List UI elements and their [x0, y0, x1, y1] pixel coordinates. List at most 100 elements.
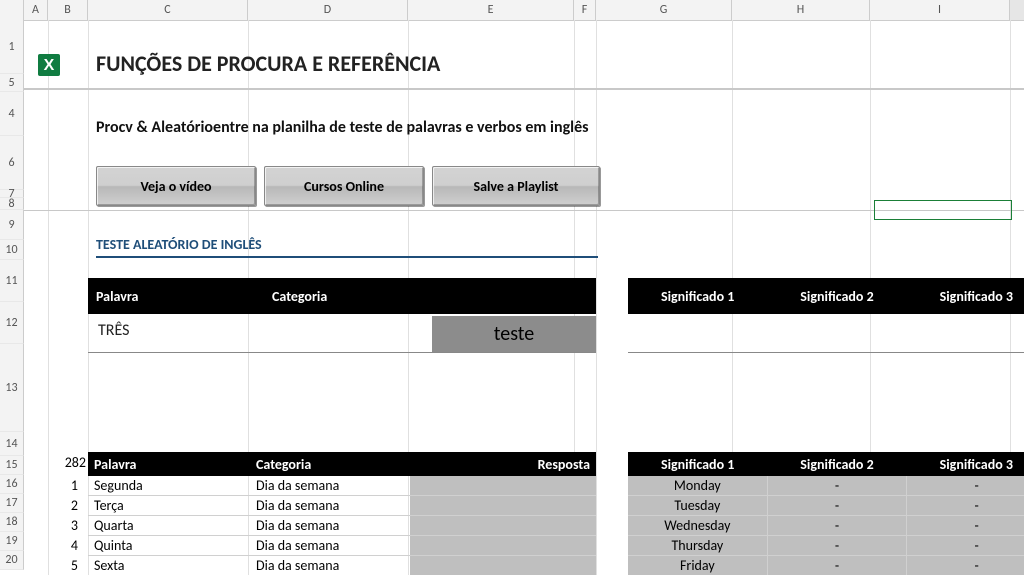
- playlist-button[interactable]: Salve a Playlist: [432, 166, 600, 206]
- col-header-I[interactable]: I: [870, 0, 1010, 20]
- table-row[interactable]: Tuesday--: [628, 496, 1024, 516]
- table-row[interactable]: Thursday--: [628, 536, 1024, 556]
- divider: [88, 352, 596, 353]
- col-header-D[interactable]: D: [248, 0, 408, 20]
- col-header-E[interactable]: E: [408, 0, 574, 20]
- spreadsheet-view: ABCDEFGHI 15467891011121314151617181920 …: [0, 0, 1024, 575]
- cell-s2[interactable]: -: [768, 536, 908, 555]
- test-header-left: Palavra Categoria: [88, 278, 596, 314]
- cell-resposta[interactable]: [410, 496, 596, 515]
- cell-s3[interactable]: -: [907, 496, 1024, 515]
- row-number: 5: [60, 557, 84, 574]
- row-header-11[interactable]: 11: [0, 260, 24, 302]
- row-header-14[interactable]: 14: [0, 432, 24, 456]
- row-header-1[interactable]: 1: [0, 20, 24, 74]
- cell-s1[interactable]: Tuesday: [628, 496, 768, 515]
- col-header-B[interactable]: B: [48, 0, 88, 20]
- cell-categoria[interactable]: Dia da semana: [250, 477, 410, 494]
- row-header-5[interactable]: 5: [0, 74, 24, 92]
- row-headers[interactable]: 15467891011121314151617181920: [0, 20, 24, 570]
- cell-s2[interactable]: -: [768, 476, 908, 495]
- table-row[interactable]: 2TerçaDia da semana: [88, 496, 596, 516]
- row-header-10[interactable]: 10: [0, 240, 24, 260]
- cell-s3[interactable]: -: [907, 556, 1024, 575]
- table-row[interactable]: 4QuintaDia da semana: [88, 536, 596, 556]
- col-header-F[interactable]: F: [574, 0, 596, 20]
- cell-resposta[interactable]: [410, 516, 596, 535]
- cell-palavra[interactable]: Quarta: [88, 517, 250, 534]
- cell-s2[interactable]: -: [768, 556, 908, 575]
- table-row[interactable]: 3QuartaDia da semana: [88, 516, 596, 536]
- cells-area[interactable]: X FUNÇÕES DE PROCURA E REFERÊNCIA Procv …: [24, 20, 1024, 575]
- meanings-table: Significado 1 Significado 2 Significado …: [628, 452, 1024, 575]
- hdr-sig1: Significado 1: [628, 288, 767, 305]
- excel-x-icon: X: [38, 50, 68, 80]
- hdr-palavra: Palavra: [88, 288, 264, 305]
- col-categoria: Categoria: [250, 456, 424, 473]
- row-header-20[interactable]: 20: [0, 551, 24, 570]
- cell-palavra[interactable]: Quinta: [88, 537, 250, 554]
- row-header-18[interactable]: 18: [0, 513, 24, 532]
- col-header-H[interactable]: H: [732, 0, 870, 20]
- row-header-15[interactable]: 15: [0, 456, 24, 475]
- row-header-8[interactable]: 8: [0, 198, 24, 210]
- words-table: Palavra Categoria Resposta 1SegundaDia d…: [88, 452, 596, 575]
- hdr-sig2: Significado 2: [767, 288, 906, 305]
- row-header-19[interactable]: 19: [0, 532, 24, 551]
- section-title: TESTE ALEATÓRIO DE INGLÊS: [96, 236, 262, 253]
- cell-s1[interactable]: Friday: [628, 556, 768, 575]
- video-button[interactable]: Veja o vídeo: [96, 166, 256, 206]
- column-headers[interactable]: ABCDEFGHI: [0, 0, 1024, 21]
- button-bar: Veja o vídeo Cursos Online Salve a Playl…: [96, 166, 600, 206]
- col-palavra: Palavra: [88, 456, 250, 473]
- cell-s1[interactable]: Thursday: [628, 536, 768, 555]
- table-row[interactable]: Friday--: [628, 556, 1024, 575]
- cursos-button[interactable]: Cursos Online: [264, 166, 424, 206]
- row-header-13[interactable]: 13: [0, 344, 24, 432]
- row-header-12[interactable]: 12: [0, 302, 24, 344]
- table-row[interactable]: 1SegundaDia da semana: [88, 476, 596, 496]
- cell-palavra[interactable]: Sexta: [88, 557, 250, 574]
- divider: [628, 352, 1024, 353]
- col-header-A[interactable]: A: [24, 0, 48, 20]
- cell-s3[interactable]: -: [907, 476, 1024, 495]
- cell-s1[interactable]: Monday: [628, 476, 768, 495]
- cell-resposta[interactable]: [410, 476, 596, 495]
- table-header: Significado 1 Significado 2 Significado …: [628, 452, 1024, 476]
- cell-categoria[interactable]: Dia da semana: [250, 517, 410, 534]
- test-header-right: Significado 1 Significado 2 Significado …: [628, 278, 1024, 314]
- svg-text:X: X: [44, 57, 55, 74]
- table-row[interactable]: Monday--: [628, 476, 1024, 496]
- row-number: 4: [60, 537, 84, 554]
- divider: [24, 210, 1024, 211]
- row-header-17[interactable]: 17: [0, 494, 24, 513]
- table-row[interactable]: Wednesday--: [628, 516, 1024, 536]
- table-row[interactable]: 5SextaDia da semana: [88, 556, 596, 575]
- row-header-16[interactable]: 16: [0, 475, 24, 494]
- hdr-categoria: Categoria: [264, 288, 440, 305]
- cell-s3[interactable]: -: [907, 536, 1024, 555]
- hdr-sig3: Significado 3: [907, 288, 1024, 305]
- row-header-6[interactable]: 6: [0, 136, 24, 190]
- cell-s3[interactable]: -: [907, 516, 1024, 535]
- col-header-C[interactable]: C: [88, 0, 248, 20]
- cell-s2[interactable]: -: [768, 496, 908, 515]
- row-number: 3: [60, 517, 84, 534]
- cell-palavra[interactable]: Terça: [88, 497, 250, 514]
- cell-s2[interactable]: -: [768, 516, 908, 535]
- row-count: 282: [60, 454, 86, 471]
- cell-categoria[interactable]: Dia da semana: [250, 497, 410, 514]
- teste-button[interactable]: teste: [432, 316, 596, 352]
- cell-resposta[interactable]: [410, 536, 596, 555]
- cell-categoria[interactable]: Dia da semana: [250, 537, 410, 554]
- row-header-4[interactable]: 4: [0, 92, 24, 136]
- cell-s1[interactable]: Wednesday: [628, 516, 768, 535]
- cell-resposta[interactable]: [410, 556, 596, 575]
- page-subtitle: Procv & Aleatórioentre na planilha de te…: [96, 118, 589, 137]
- col-header-G[interactable]: G: [596, 0, 732, 20]
- cell-palavra[interactable]: Segunda: [88, 477, 250, 494]
- col-sig1: Significado 1: [628, 456, 767, 473]
- cell-categoria[interactable]: Dia da semana: [250, 557, 410, 574]
- page-title: FUNÇÕES DE PROCURA E REFERÊNCIA: [96, 50, 440, 77]
- row-header-9[interactable]: 9: [0, 210, 24, 240]
